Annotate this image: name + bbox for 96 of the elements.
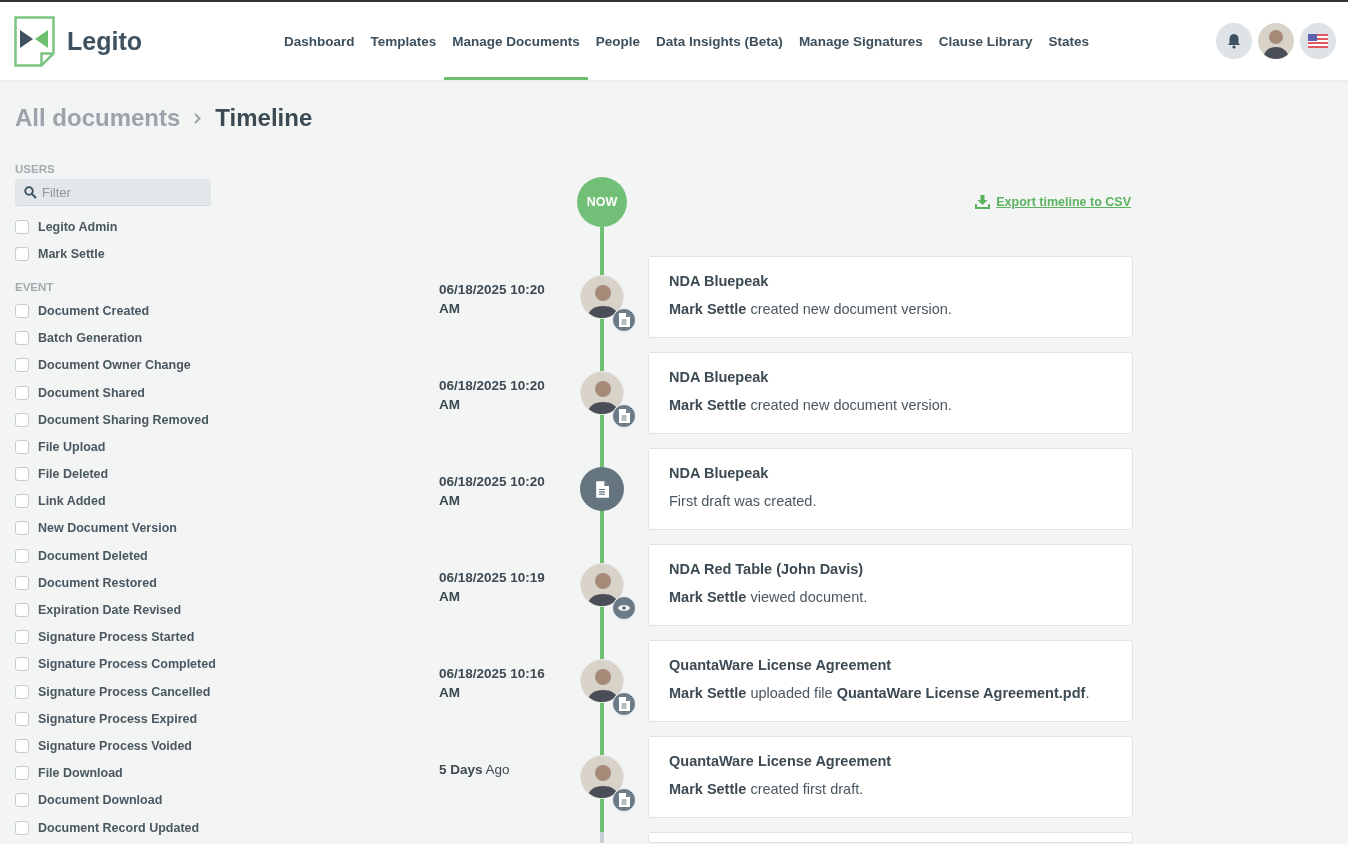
checkbox-label: Document Deleted [38, 548, 148, 563]
checkbox[interactable] [15, 793, 29, 808]
document-title: QuantaWare License Agreement [669, 753, 893, 769]
checkbox[interactable] [15, 603, 29, 618]
document-title: NDA Bluepeak [669, 465, 770, 481]
user-avatar [580, 755, 624, 799]
user-avatar [580, 371, 624, 415]
language-button[interactable] [1300, 23, 1336, 59]
checkbox[interactable] [15, 820, 29, 835]
nav-tab[interactable]: States [1040, 2, 1097, 80]
event-description: First draft was created. [669, 493, 818, 509]
checkbox[interactable] [15, 246, 29, 261]
checkbox[interactable] [15, 331, 29, 346]
checkbox-label: Document Download [38, 793, 163, 808]
nav-tab[interactable]: Manage Signatures [790, 2, 931, 80]
checkbox[interactable] [15, 657, 29, 672]
nav-tab[interactable]: Dashboard [276, 2, 363, 80]
checkbox-label: New Document Version [38, 521, 177, 536]
document-icon [618, 409, 630, 423]
checkbox-label: Document Created [38, 303, 150, 318]
checkbox-label: Signature Process Cancelled [38, 684, 211, 699]
checkbox[interactable] [15, 711, 29, 726]
document-icon [595, 480, 609, 498]
nav-tab[interactable]: People [587, 2, 649, 80]
filter-field[interactable]: Filter [15, 179, 211, 206]
section-heading: EVENT [15, 281, 55, 294]
event-time: 06/18/2025 10:16 AM [439, 665, 546, 702]
nav-tab[interactable]: Clause Library [930, 2, 1041, 80]
notification-button[interactable] [1216, 23, 1252, 59]
checkbox[interactable] [15, 630, 29, 645]
checkbox[interactable] [15, 766, 29, 781]
document-title: QuantaWare License Agreement [669, 657, 893, 673]
event-description: Mark Settle created new document version. [669, 397, 953, 413]
section-heading: USERS [15, 163, 56, 175]
checkbox[interactable] [15, 467, 29, 482]
document-icon [618, 793, 630, 807]
user-avatar[interactable] [1258, 23, 1294, 59]
search-icon [24, 186, 37, 199]
event-description: Mark Settle uploaded file QuantaWare License Agreement.pdf. [669, 685, 1091, 701]
checkbox[interactable] [15, 521, 29, 536]
user-avatar [580, 275, 624, 319]
checkbox-label: File Deleted [38, 467, 109, 482]
checkbox-label: Document Sharing Removed [38, 412, 209, 427]
event-time: 06/18/2025 10:19 AM [439, 569, 546, 606]
checkbox-label: Document Record Updated [38, 820, 200, 835]
checkbox[interactable] [15, 385, 29, 400]
event-description: Mark Settle viewed document. [669, 589, 869, 605]
bell-icon [1227, 33, 1241, 49]
document-title: NDA Red Table (John Davis) [669, 561, 865, 577]
flag-icon [1308, 34, 1328, 48]
checkbox-label: Signature Process Expired [38, 711, 198, 726]
checkbox[interactable] [15, 219, 29, 234]
checkbox-label: Document Restored [38, 575, 157, 590]
checkbox-label: Document Owner Change [38, 358, 191, 373]
checkbox[interactable] [15, 358, 29, 373]
checkbox-label: Expiration Date Revised [38, 603, 182, 618]
event-time: 5 Days Ago [439, 761, 511, 779]
user-avatar [580, 563, 624, 607]
checkbox-label: Signature Process Started [38, 630, 195, 645]
document-icon [618, 697, 630, 711]
checkbox-label: Link Added [38, 494, 106, 509]
document-icon [618, 313, 630, 327]
checkbox[interactable] [15, 303, 29, 318]
event-time: 06/18/2025 10:20 AM [439, 377, 546, 414]
checkbox-label: Document Shared [38, 385, 145, 400]
event-time: 06/18/2025 10:20 AM [439, 473, 546, 510]
chevron-icon [194, 112, 202, 124]
nav-tab[interactable]: Manage Documents [444, 2, 588, 80]
checkbox-label: Signature Process Completed [38, 657, 216, 672]
checkbox[interactable] [15, 494, 29, 509]
checkbox-label: File Download [38, 766, 123, 781]
checkbox[interactable] [15, 439, 29, 454]
event-description: Mark Settle created first draft. [669, 781, 865, 797]
checkbox-label: Signature Process Voided [38, 738, 192, 753]
page-title: Timeline [215, 104, 313, 132]
checkbox[interactable] [15, 684, 29, 699]
checkbox[interactable] [15, 412, 29, 427]
checkbox-label: Mark Settle [38, 246, 105, 261]
document-title: NDA Bluepeak [669, 369, 770, 385]
now-marker: NOW [577, 177, 627, 227]
checkbox[interactable] [15, 738, 29, 753]
checkbox-label: Batch Generation [38, 331, 143, 346]
download-icon [975, 195, 991, 209]
event-description: Mark Settle created new document version. [669, 301, 953, 317]
checkbox-label: File Upload [38, 439, 106, 454]
event-time: 06/18/2025 10:20 AM [439, 281, 546, 318]
checkbox[interactable] [15, 548, 29, 563]
nav-tab[interactable]: Templates [362, 2, 445, 80]
user-avatar [580, 659, 624, 703]
logo-icon [14, 15, 55, 67]
document-title: NDA Bluepeak [669, 273, 770, 289]
eye-icon [617, 603, 631, 613]
checkbox-label: Legito Admin [38, 219, 118, 234]
checkbox[interactable] [15, 575, 29, 590]
logo-text: Legito [67, 26, 142, 56]
nav-tab[interactable]: Data Insights (Beta) [648, 2, 791, 80]
